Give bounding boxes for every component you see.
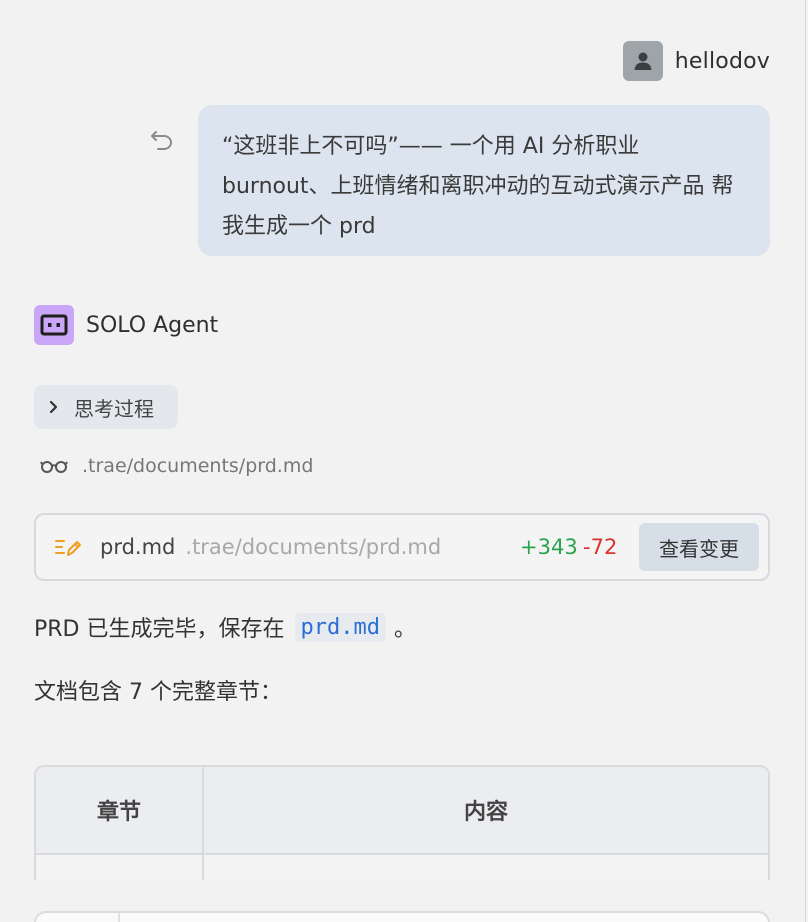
edit-file-path: .trae/documents/prd.md	[185, 535, 442, 559]
table-row	[36, 855, 768, 880]
diff-deletions: -72	[583, 535, 618, 559]
chapters-table: 章节 内容	[34, 765, 770, 880]
table-header-chapter: 章节	[36, 767, 204, 853]
user-name: hellodov	[674, 48, 770, 74]
user-message-bubble: “这班非上不可吗”—— 一个用 AI 分析职业 burnout、上班情绪和离职冲…	[198, 105, 770, 256]
edit-file-name: prd.md	[100, 535, 176, 559]
diff-additions: +343	[520, 535, 578, 559]
chat-panel: hellodov “这班非上不可吗”—— 一个用 AI 分析职业 burnout…	[0, 0, 808, 922]
response-text-end: 。	[393, 617, 416, 642]
table-cell	[36, 855, 204, 880]
response-text: PRD 已生成完毕，保存在	[34, 617, 285, 642]
robot-icon	[40, 314, 68, 336]
agent-name: SOLO Agent	[86, 312, 219, 338]
user-icon	[634, 52, 652, 70]
user-header: hellodov	[622, 41, 770, 81]
view-changes-button[interactable]: 查看变更	[639, 523, 759, 571]
user-avatar	[622, 41, 663, 81]
viewed-file-path: .trae/documents/prd.md	[82, 455, 314, 477]
response-paragraph-saved: PRD 已生成完毕，保存在 prd.md 。	[34, 605, 416, 649]
table-header-content: 内容	[463, 800, 508, 825]
card-divider	[118, 913, 120, 922]
agent-header: SOLO Agent	[34, 305, 218, 345]
file-edit-card[interactable]: prd.md .trae/documents/prd.md +343 -72 查…	[34, 513, 770, 581]
table-header-row: 章节 内容	[36, 767, 768, 855]
next-content-card	[34, 911, 770, 922]
agent-avatar	[34, 305, 74, 345]
thinking-process-label: 思考过程	[74, 396, 154, 421]
response-paragraph-chapters: 文档包含 7 个完整章节：	[34, 680, 282, 705]
undo-icon[interactable]	[148, 126, 176, 154]
glasses-icon	[40, 461, 68, 473]
viewed-file-row[interactable]: .trae/documents/prd.md	[40, 455, 313, 477]
chevron-right-icon	[49, 400, 58, 414]
edit-file-icon	[55, 540, 81, 556]
scrollbar-track[interactable]	[805, 0, 806, 922]
inline-code-filename[interactable]: prd.md	[294, 612, 386, 642]
thinking-process-toggle[interactable]: 思考过程	[34, 385, 178, 429]
table-cell	[204, 855, 768, 880]
